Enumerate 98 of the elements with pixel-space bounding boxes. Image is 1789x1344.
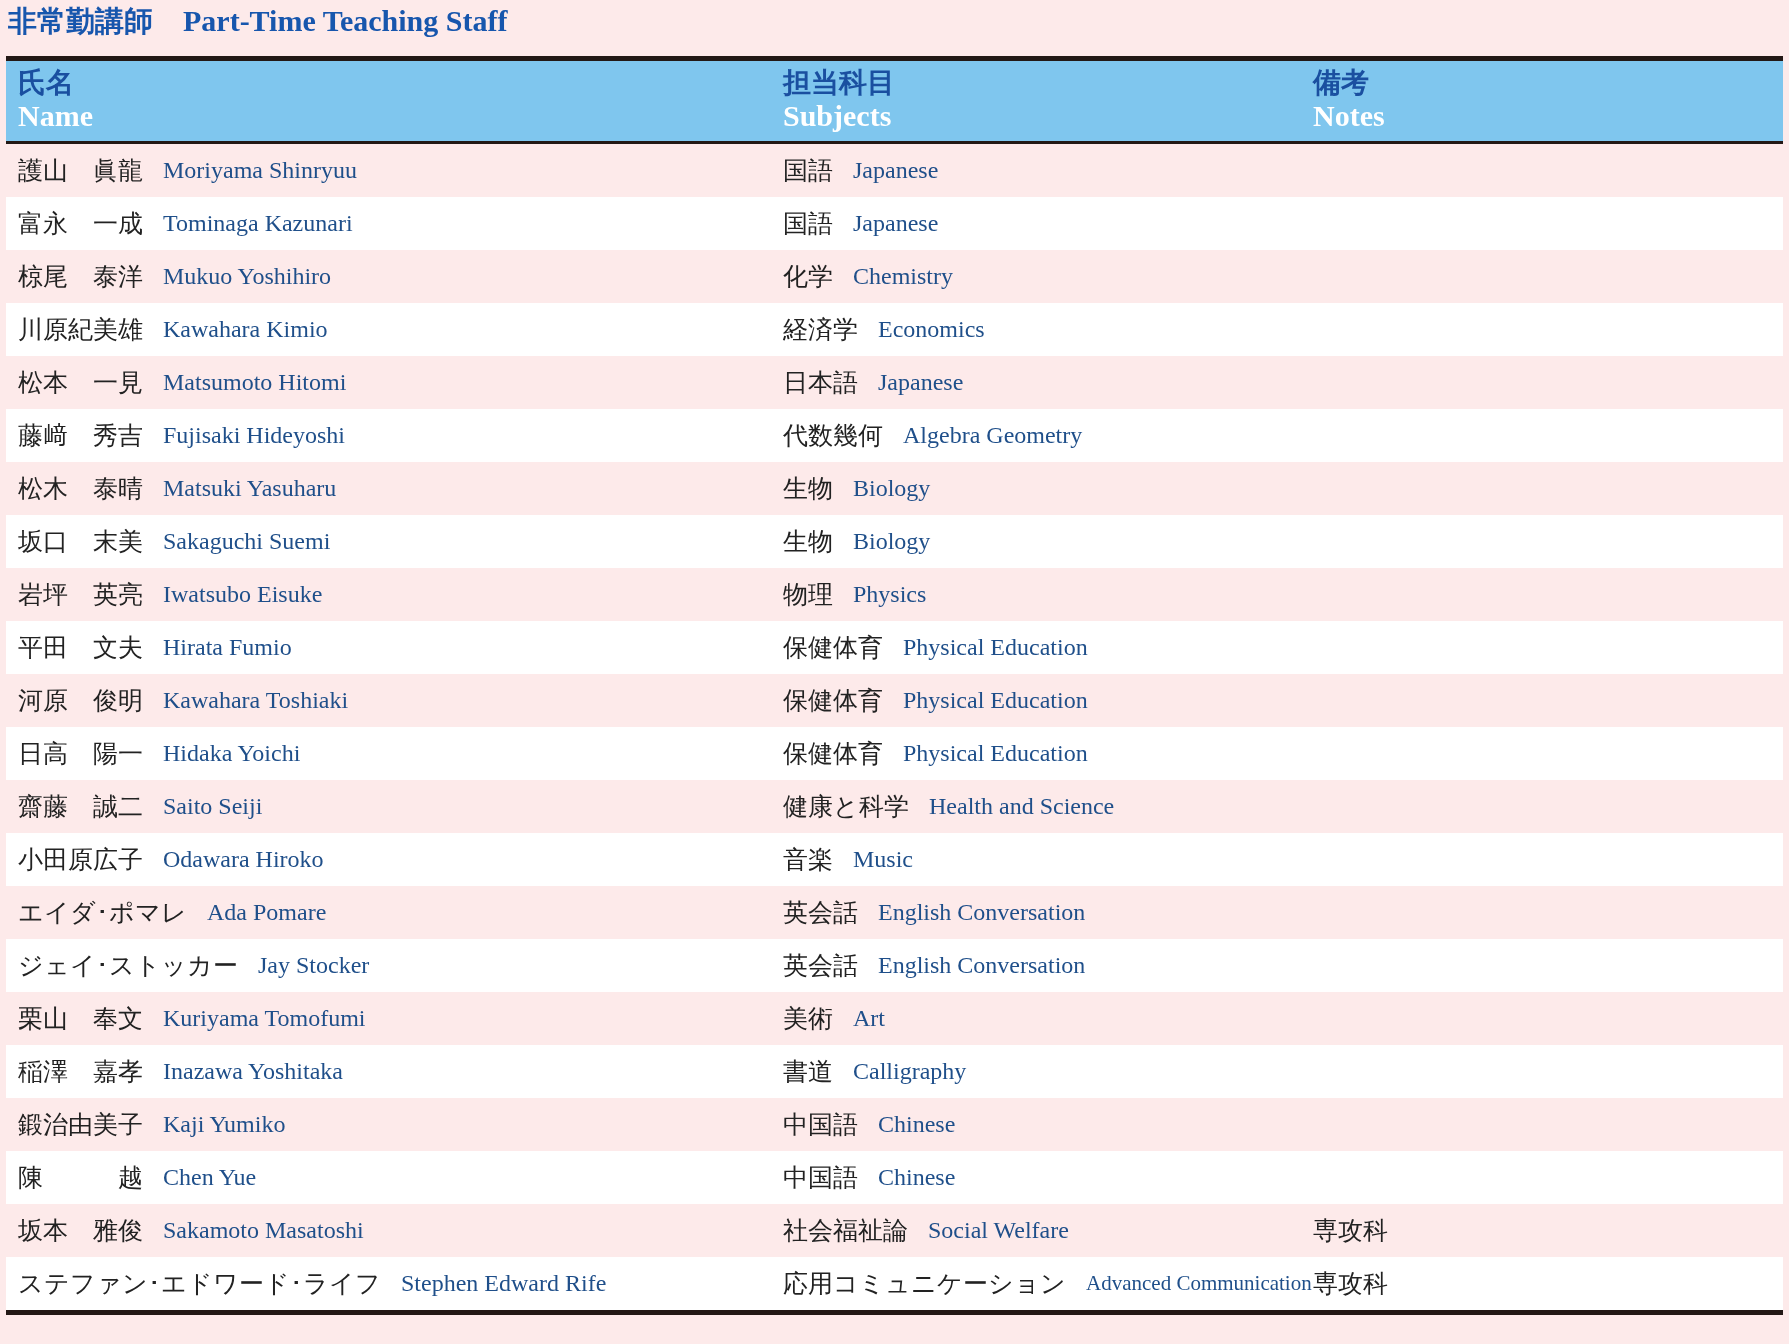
english-name: Iwatsubo Eisuke [163, 581, 323, 608]
japanese-name: エイダ･ポマレ [18, 897, 187, 929]
english-name: Kawahara Kimio [163, 316, 328, 343]
subject-japanese: 応用コミュニケーション [783, 1268, 1066, 1300]
subject-japanese: 国語 [783, 155, 833, 187]
subject-english: Japanese [878, 369, 964, 396]
english-name: Stephen Edward Rife [401, 1270, 607, 1297]
subject-japanese: 保健体育 [783, 632, 883, 664]
english-name: Kaji Yumiko [163, 1111, 286, 1138]
subject-english: Advanced Communication [1086, 1271, 1312, 1296]
japanese-name: 富永 一成 [18, 208, 143, 240]
column-heading: Notes [1313, 100, 1385, 132]
subject-japanese: 国語 [783, 208, 833, 240]
subject-japanese: 生物 [783, 526, 833, 558]
english-name: Inazawa Yoshitaka [163, 1058, 343, 1085]
subject-english: Calligraphy [853, 1058, 967, 1085]
subject-english: Japanese [853, 210, 939, 237]
subject-english: Art [853, 1005, 885, 1032]
subject-japanese: 保健体育 [783, 738, 883, 770]
japanese-name: 椋尾 泰洋 [18, 261, 143, 293]
english-name: Mukuo Yoshihiro [163, 263, 332, 290]
column-heading: 氏名 [18, 66, 74, 100]
subject-japanese: 社会福祉論 [783, 1215, 908, 1247]
japanese-name: 護山 眞龍 [18, 155, 143, 187]
english-name: Ada Pomare [207, 899, 327, 926]
subject-english: Algebra Geometry [903, 422, 1083, 449]
japanese-name: 齋藤 誠二 [18, 791, 143, 823]
subject-english: Physics [853, 581, 927, 608]
subject-japanese: 化学 [783, 261, 833, 293]
subject-japanese: 健康と科学 [783, 791, 909, 823]
japanese-name: 河原 俊明 [18, 685, 143, 717]
japanese-name: 坂本 雅俊 [18, 1215, 143, 1247]
subject-japanese: 保健体育 [783, 685, 883, 717]
notes-cell-text: 専攻科 [1313, 1215, 1388, 1247]
subject-japanese: 日本語 [783, 367, 858, 399]
english-name: Chen Yue [163, 1164, 257, 1191]
japanese-name: 鍛治由美子 [18, 1109, 143, 1141]
subject-english: Chemistry [853, 263, 953, 290]
english-name: Sakamoto Masatoshi [163, 1217, 364, 1244]
english-name: Moriyama Shinryuu [163, 157, 357, 184]
japanese-name: 川原紀美雄 [18, 314, 143, 346]
english-name: Fujisaki Hideyoshi [163, 422, 345, 449]
english-name: Matsumoto Hitomi [163, 369, 347, 396]
subject-english: Biology [853, 528, 931, 555]
english-name: Tominaga Kazunari [163, 210, 353, 237]
subject-english: Physical Education [903, 687, 1088, 714]
english-name: Hirata Fumio [163, 634, 292, 661]
japanese-name: 松木 泰晴 [18, 473, 143, 505]
english-name: Kawahara Toshiaki [163, 687, 349, 714]
japanese-name: 栗山 奉文 [18, 1003, 143, 1035]
column-heading: 備考 [1313, 66, 1369, 100]
subject-japanese: 物理 [783, 579, 833, 611]
subject-japanese: 英会話 [783, 950, 858, 982]
english-name: Kuriyama Tomofumi [163, 1005, 366, 1032]
notes-cell-text: 専攻科 [1313, 1268, 1388, 1300]
column-heading: Name [18, 100, 93, 132]
japanese-name: 小田原広子 [18, 844, 143, 876]
japanese-name: 藤﨑 秀吉 [18, 420, 143, 452]
subject-english: Economics [878, 316, 985, 343]
english-name: Matsuki Yasuharu [163, 475, 337, 502]
column-heading: Subjects [783, 100, 892, 132]
subject-japanese: 生物 [783, 473, 833, 505]
english-name: Odawara Hiroko [163, 846, 324, 873]
subject-english: Chinese [878, 1164, 956, 1191]
subject-english: Biology [853, 475, 931, 502]
subject-english: Japanese [853, 157, 939, 184]
japanese-name: 岩坪 英亮 [18, 579, 143, 611]
english-name: Hidaka Yoichi [163, 740, 301, 767]
japanese-name: 陳 越 [18, 1162, 143, 1194]
subject-japanese: 音楽 [783, 844, 833, 876]
subject-english: Social Welfare [928, 1217, 1069, 1244]
subject-english: Health and Science [929, 793, 1115, 820]
english-name: Jay Stocker [258, 952, 370, 979]
subject-japanese: 中国語 [783, 1109, 858, 1141]
japanese-name: 松本 一見 [18, 367, 143, 399]
subject-english: Music [853, 846, 913, 873]
japanese-name: ジェイ･ストッカー [18, 950, 238, 982]
japanese-name: 日高 陽一 [18, 738, 143, 770]
subject-japanese: 経済学 [783, 314, 858, 346]
subject-japanese: 中国語 [783, 1162, 858, 1194]
subject-japanese: 英会話 [783, 897, 858, 929]
page-title: 非常勤講師 [8, 3, 153, 40]
column-heading: 担当科目 [783, 66, 895, 100]
subject-english: Physical Education [903, 740, 1088, 767]
japanese-name: 坂口 末美 [18, 526, 143, 558]
subject-japanese: 代数幾何 [783, 420, 883, 452]
english-name: Sakaguchi Suemi [163, 528, 331, 555]
english-name: Saito Seiji [163, 793, 263, 820]
japanese-name: 稲澤 嘉孝 [18, 1056, 143, 1088]
japanese-name: 平田 文夫 [18, 632, 143, 664]
subject-english: Chinese [878, 1111, 956, 1138]
subject-japanese: 書道 [783, 1056, 833, 1088]
subject-japanese: 美術 [783, 1003, 833, 1035]
japanese-name: ステファン･エドワード･ライフ [18, 1268, 381, 1300]
page-subtitle: Part-Time Teaching Staff [183, 4, 508, 38]
subject-english: Physical Education [903, 634, 1088, 661]
subject-english: English Conversation [878, 952, 1086, 979]
subject-english: English Conversation [878, 899, 1086, 926]
